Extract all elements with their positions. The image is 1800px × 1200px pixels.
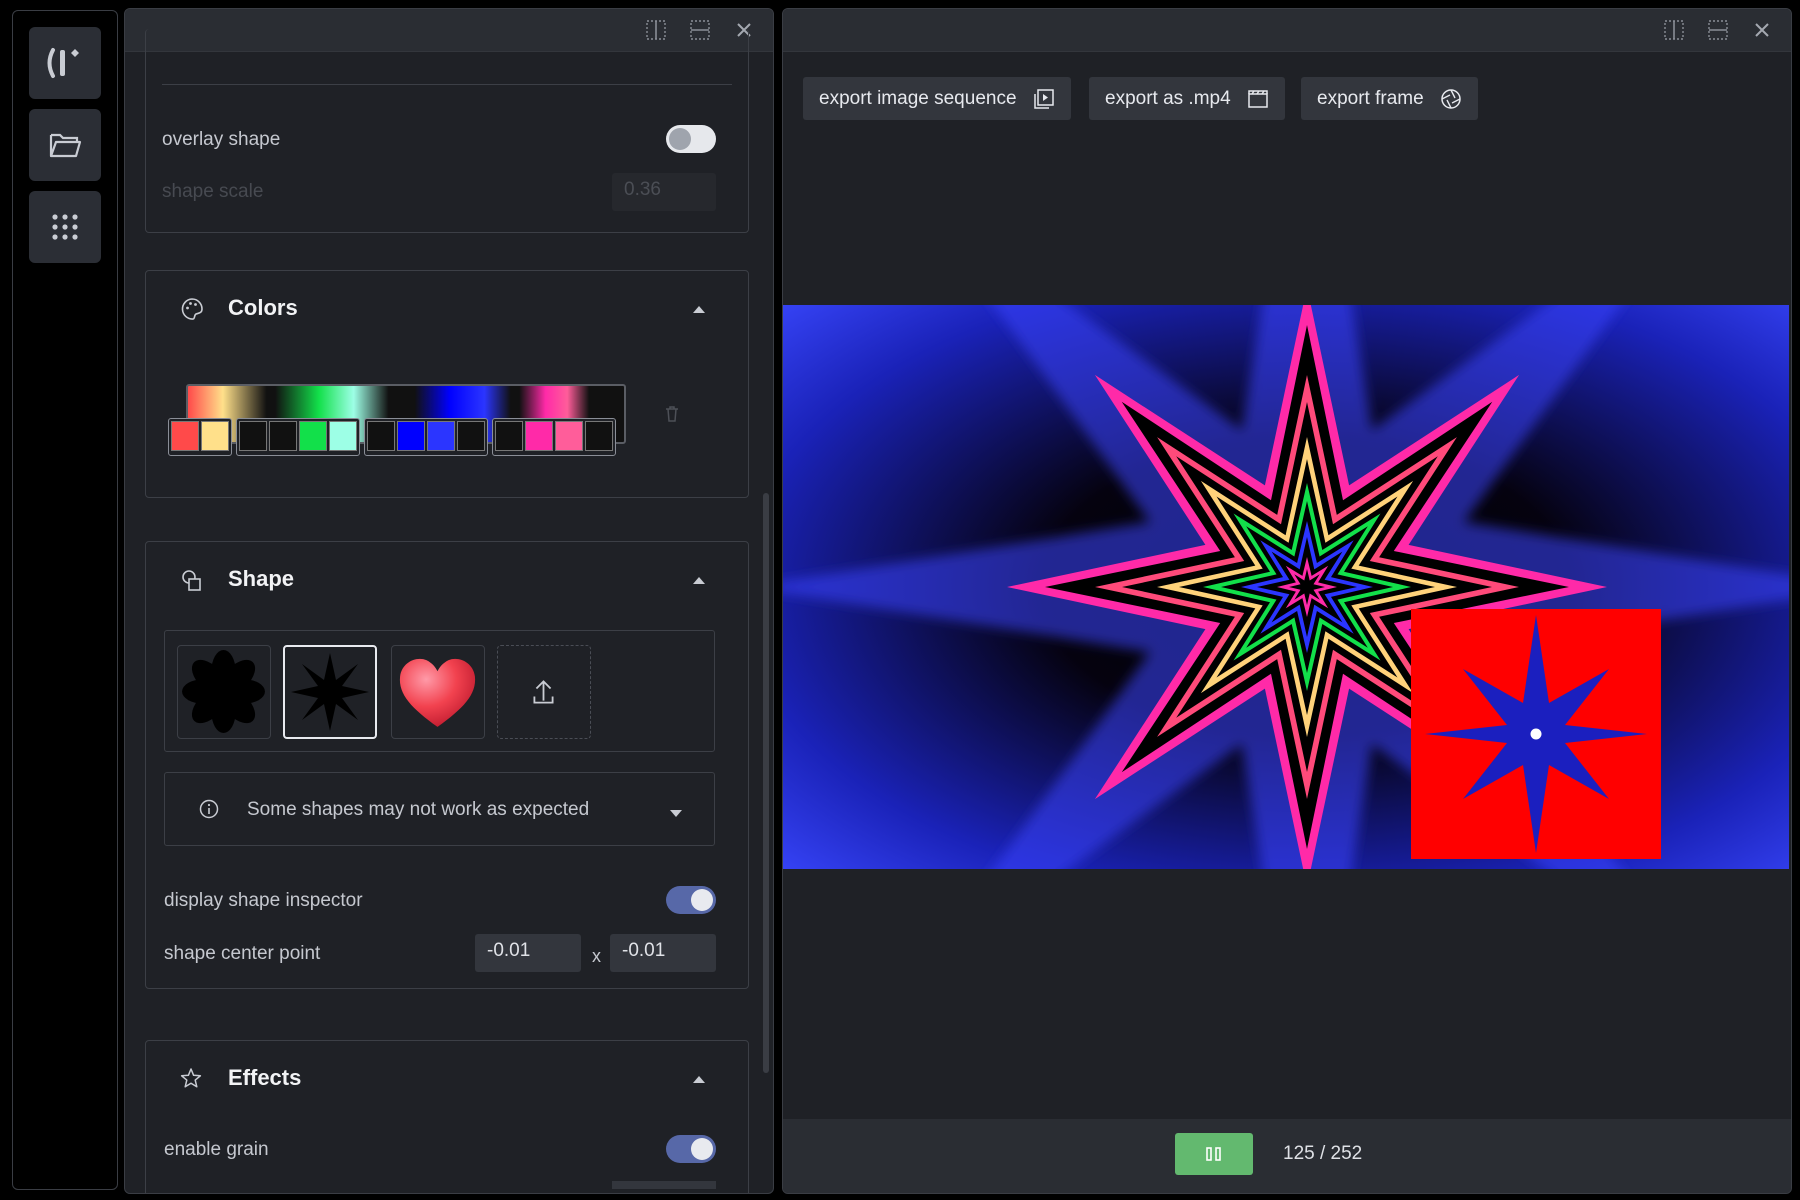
app-rail xyxy=(12,10,118,1190)
color-stop-group xyxy=(492,418,616,456)
shape-option-star[interactable] xyxy=(283,645,377,739)
color-stop-swatch[interactable] xyxy=(201,421,229,451)
playback-bar: 125 / 252 xyxy=(783,1119,1791,1193)
center-y-input[interactable]: -0.01 xyxy=(610,934,716,972)
shape-option-flower[interactable] xyxy=(177,645,271,739)
pause-icon xyxy=(1206,1147,1221,1161)
upload-icon xyxy=(533,680,554,704)
color-stop-group xyxy=(364,418,488,456)
settings-panel: overlay shape shape scale 0.36 Colors Sh… xyxy=(124,8,774,1194)
shape-center-point-label: shape center point xyxy=(164,943,321,964)
grid-icon xyxy=(52,214,78,240)
export-frame-button[interactable]: export frame xyxy=(1301,77,1478,120)
shape-upload-button[interactable] xyxy=(497,645,591,739)
split-vertical-icon[interactable] xyxy=(1663,19,1685,41)
export-mp4-label: export as .mp4 xyxy=(1105,87,1231,109)
shape-option-heart[interactable] xyxy=(391,645,485,739)
open-folder-button[interactable] xyxy=(29,109,101,181)
enable-grain-toggle[interactable] xyxy=(666,1135,716,1163)
delete-stop-icon[interactable] xyxy=(664,405,680,428)
shape-scale-input[interactable]: 0.36 xyxy=(612,173,716,211)
color-stop-swatch[interactable] xyxy=(585,421,613,451)
color-stop-swatch[interactable] xyxy=(269,421,297,451)
collapse-shape-icon[interactable] xyxy=(692,572,706,590)
shape-warning-dropdown[interactable]: Some shapes may not work as expected xyxy=(164,772,715,846)
star-outline-icon xyxy=(180,1067,202,1094)
play-pause-button[interactable] xyxy=(1175,1133,1253,1175)
color-stop-swatch[interactable] xyxy=(397,421,425,451)
settings-scrollbar[interactable] xyxy=(763,493,769,1073)
chevron-down-icon xyxy=(669,805,683,823)
color-stop-group xyxy=(168,418,232,456)
overlay-shape-toggle[interactable] xyxy=(666,125,716,153)
next-input-edge xyxy=(612,1181,716,1189)
color-stop-group xyxy=(236,418,360,456)
shape-center-handle xyxy=(1530,728,1542,740)
aperture-icon xyxy=(1440,88,1461,109)
color-stop-swatch[interactable] xyxy=(367,421,395,451)
effects-title: Effects xyxy=(228,1065,302,1090)
export-image-sequence-button[interactable]: export image sequence xyxy=(803,77,1071,120)
star-ring xyxy=(1289,569,1325,605)
effects-card: Effects enable grain xyxy=(145,1040,749,1193)
export-mp4-button[interactable]: export as .mp4 xyxy=(1089,77,1285,120)
star-shape-icon xyxy=(291,653,369,731)
shape-warning-text: Some shapes may not work as expected xyxy=(247,799,590,820)
divider xyxy=(162,84,732,85)
shape-card: Shape Some shapes may not work as expect… xyxy=(145,541,749,989)
colors-title: Colors xyxy=(228,295,298,320)
export-frame-label: export frame xyxy=(1317,87,1424,109)
frame-counter: 125 / 252 xyxy=(1283,1143,1363,1164)
palette-icon xyxy=(180,297,204,326)
color-stop-swatch[interactable] xyxy=(555,421,583,451)
split-horizontal-icon[interactable] xyxy=(1707,19,1729,41)
logo-icon xyxy=(47,48,79,78)
center-separator: x xyxy=(592,946,601,966)
shape-title: Shape xyxy=(228,566,295,591)
overlay-card: overlay shape shape scale 0.36 xyxy=(145,29,749,233)
shape-picker xyxy=(164,630,715,752)
colors-card: Colors xyxy=(145,270,749,498)
color-stop-swatch[interactable] xyxy=(299,421,327,451)
close-panel-icon[interactable] xyxy=(1751,19,1773,41)
preview-panel: export image sequence export as .mp4 exp… xyxy=(782,8,1792,1194)
enable-grain-label: enable grain xyxy=(164,1139,269,1160)
color-stop-swatch[interactable] xyxy=(525,421,553,451)
folder-icon xyxy=(49,133,82,158)
export-image-sequence-label: export image sequence xyxy=(819,87,1017,109)
render-canvas[interactable] xyxy=(783,305,1789,869)
image-sequence-icon xyxy=(1033,88,1054,109)
collapse-effects-icon[interactable] xyxy=(692,1071,706,1089)
shapes-icon xyxy=(180,568,204,597)
collapse-colors-icon[interactable] xyxy=(692,301,706,319)
shape-inspector[interactable] xyxy=(1411,609,1661,859)
color-stops xyxy=(168,418,618,458)
shape-scale-label: shape scale xyxy=(162,181,264,202)
display-shape-inspector-toggle[interactable] xyxy=(666,886,716,914)
color-stop-swatch[interactable] xyxy=(239,421,267,451)
preview-panel-header xyxy=(783,9,1791,52)
color-stop-swatch[interactable] xyxy=(171,421,199,451)
color-stop-swatch[interactable] xyxy=(457,421,485,451)
display-shape-inspector-label: display shape inspector xyxy=(164,890,363,911)
color-stop-swatch[interactable] xyxy=(427,421,455,451)
center-x-input[interactable]: -0.01 xyxy=(475,934,581,972)
clapperboard-icon xyxy=(1247,89,1268,108)
color-stop-swatch[interactable] xyxy=(329,421,357,451)
info-icon xyxy=(199,799,219,824)
apps-grid-button[interactable] xyxy=(29,191,101,263)
overlay-shape-label: overlay shape xyxy=(162,129,281,150)
heart-shape-icon xyxy=(399,658,476,727)
logo-button[interactable] xyxy=(29,27,101,99)
flower-shape-icon xyxy=(182,650,265,733)
color-stop-swatch[interactable] xyxy=(495,421,523,451)
